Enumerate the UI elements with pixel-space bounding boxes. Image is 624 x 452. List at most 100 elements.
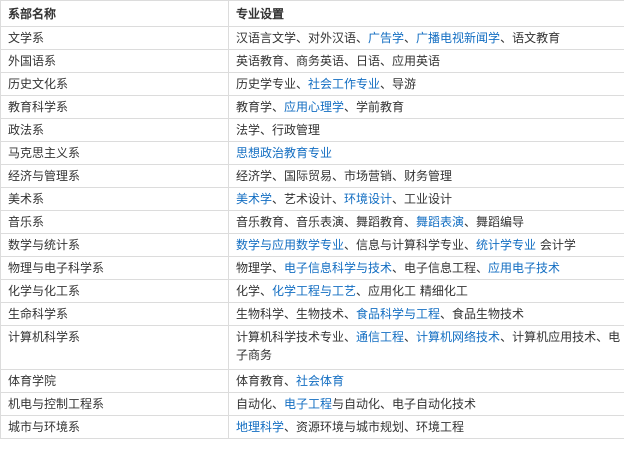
majors-cell: 生物科学、生物技术、食品科学与工程、食品生物技术 [228, 302, 624, 326]
major-text: 会计学 [536, 238, 576, 252]
department-name: 数学与统计系 [0, 233, 229, 257]
major-text: 经济学、国际贸易、市场营销、财务管理 [236, 169, 453, 183]
table-row: 经济与管理系 经济学、国际贸易、市场营销、财务管理 [0, 164, 624, 188]
major-link[interactable]: 食品科学与工程 [356, 307, 440, 321]
table-row: 政法系 法学、行政管理 [0, 118, 624, 142]
department-majors-table: 系部名称 专业设置 文学系 汉语言文学、对外汉语、广告学、广播电视新闻学、语文教育… [0, 0, 624, 439]
table-body: 文学系 汉语言文学、对外汉语、广告学、广播电视新闻学、语文教育 外国语系 英语教育、商… [0, 26, 624, 439]
department-name: 经济与管理系 [0, 164, 229, 188]
major-text: 、艺术设计、 [272, 192, 345, 206]
table-row: 文学系 汉语言文学、对外汉语、广告学、广播电视新闻学、语文教育 [0, 26, 624, 50]
table-row: 美术系 美术学、艺术设计、环境设计、工业设计 [0, 187, 624, 211]
majors-cell: 思想政治教育专业 [228, 141, 624, 165]
majors-cell: 计算机科学技术专业、通信工程、计算机网络技术、计算机应用技术、电子商务 [228, 325, 624, 370]
major-text: 、应用化工 精细化工 [356, 284, 468, 298]
major-link[interactable]: 计算机网络技术 [416, 330, 500, 344]
table-row: 数学与统计系 数学与应用数学专业、信息与计算科学专业、统计学专业 会计学 [0, 233, 624, 257]
major-link[interactable]: 思想政治教育专业 [236, 146, 332, 160]
major-text: 、语文教育 [500, 31, 561, 45]
major-text: 、信息与计算科学专业、 [344, 238, 477, 252]
department-name: 教育科学系 [0, 95, 229, 119]
major-link[interactable]: 环境设计 [344, 192, 392, 206]
major-link[interactable]: 广播电视新闻学 [416, 31, 500, 45]
major-text: 计算机科学技术专业、 [236, 330, 357, 344]
major-text: 自动化、 [236, 397, 285, 411]
majors-cell: 历史学专业、社会工作专业、导游 [228, 72, 624, 96]
majors-cell: 自动化、电子工程与自动化、电子自动化技术 [228, 392, 624, 416]
majors-cell: 音乐教育、音乐表演、舞蹈教育、舞蹈表演、舞蹈编导 [228, 210, 624, 234]
major-link[interactable]: 舞蹈表演 [416, 215, 464, 229]
department-name: 计算机科学系 [0, 325, 229, 370]
department-name: 马克思主义系 [0, 141, 229, 165]
major-link[interactable]: 电子信息科学与技术 [284, 261, 392, 275]
major-text: 、电子信息工程、 [392, 261, 489, 275]
table-row: 计算机科学系 计算机科学技术专业、通信工程、计算机网络技术、计算机应用技术、电子商… [0, 325, 624, 370]
majors-cell: 物理学、电子信息科学与技术、电子信息工程、应用电子技术 [228, 256, 624, 280]
major-text: 历史学专业、 [236, 77, 309, 91]
department-name: 历史文化系 [0, 72, 229, 96]
major-link[interactable]: 美术学 [236, 192, 272, 206]
major-link[interactable]: 化学工程与工艺 [272, 284, 356, 298]
majors-cell: 英语教育、商务英语、日语、应用英语 [228, 49, 624, 73]
department-name: 机电与控制工程系 [0, 392, 229, 416]
major-link[interactable]: 社会体育 [296, 374, 344, 388]
table-row: 体育学院 体育教育、社会体育 [0, 369, 624, 393]
table-header-row: 系部名称 专业设置 [0, 0, 624, 27]
major-text: 、 [404, 330, 417, 344]
major-link[interactable]: 应用心理学 [284, 100, 344, 114]
header-majors: 专业设置 [228, 0, 624, 27]
department-name: 美术系 [0, 187, 229, 211]
major-link[interactable]: 数学与应用数学专业 [236, 238, 344, 252]
table-row: 马克思主义系 思想政治教育专业 [0, 141, 624, 165]
major-link[interactable]: 应用电子技术 [488, 261, 560, 275]
majors-cell: 美术学、艺术设计、环境设计、工业设计 [228, 187, 624, 211]
major-text: 、学前教育 [344, 100, 405, 114]
majors-cell: 经济学、国际贸易、市场营销、财务管理 [228, 164, 624, 188]
table-row: 物理与电子科学系 物理学、电子信息科学与技术、电子信息工程、应用电子技术 [0, 256, 624, 280]
major-text: 音乐教育、音乐表演、舞蹈教育、 [236, 215, 417, 229]
major-text: 英语教育、商务英语、日语、应用英语 [236, 54, 441, 68]
majors-cell: 体育教育、社会体育 [228, 369, 624, 393]
major-text: 物理学、 [236, 261, 285, 275]
department-name: 政法系 [0, 118, 229, 142]
major-text: 、资源环境与城市规划、环境工程 [284, 420, 465, 434]
majors-cell: 汉语言文学、对外汉语、广告学、广播电视新闻学、语文教育 [228, 26, 624, 50]
department-name: 生命科学系 [0, 302, 229, 326]
table-row: 音乐系 音乐教育、音乐表演、舞蹈教育、舞蹈表演、舞蹈编导 [0, 210, 624, 234]
department-name: 外国语系 [0, 49, 229, 73]
department-name: 物理与电子科学系 [0, 256, 229, 280]
table-row: 外国语系 英语教育、商务英语、日语、应用英语 [0, 49, 624, 73]
major-text: 、食品生物技术 [440, 307, 525, 321]
table-row: 化学与化工系 化学、化学工程与工艺、应用化工 精细化工 [0, 279, 624, 303]
table-row: 机电与控制工程系 自动化、电子工程与自动化、电子自动化技术 [0, 392, 624, 416]
major-text: 、舞蹈编导 [464, 215, 525, 229]
department-name: 音乐系 [0, 210, 229, 234]
majors-cell: 数学与应用数学专业、信息与计算科学专业、统计学专业 会计学 [228, 233, 624, 257]
table-row: 历史文化系 历史学专业、社会工作专业、导游 [0, 72, 624, 96]
major-link[interactable]: 地理科学 [236, 420, 284, 434]
major-text: 与自动化、电子自动化技术 [332, 397, 477, 411]
department-name: 体育学院 [0, 369, 229, 393]
major-text: 教育学、 [236, 100, 285, 114]
major-text: 化学、 [236, 284, 273, 298]
majors-cell: 地理科学、资源环境与城市规划、环境工程 [228, 415, 624, 439]
table-row: 城市与环境系 地理科学、资源环境与城市规划、环境工程 [0, 415, 624, 439]
major-text: 汉语言文学、对外汉语、 [236, 31, 369, 45]
major-link[interactable]: 通信工程 [356, 330, 404, 344]
major-link[interactable]: 电子工程 [284, 397, 332, 411]
major-link[interactable]: 广告学 [368, 31, 404, 45]
department-name: 文学系 [0, 26, 229, 50]
major-text: 法学、行政管理 [236, 123, 321, 137]
department-name: 城市与环境系 [0, 415, 229, 439]
table-row: 生命科学系 生物科学、生物技术、食品科学与工程、食品生物技术 [0, 302, 624, 326]
department-name: 化学与化工系 [0, 279, 229, 303]
major-link[interactable]: 社会工作专业 [308, 77, 380, 91]
table-row: 教育科学系 教育学、应用心理学、学前教育 [0, 95, 624, 119]
major-text: 体育教育、 [236, 374, 297, 388]
majors-cell: 法学、行政管理 [228, 118, 624, 142]
majors-cell: 化学、化学工程与工艺、应用化工 精细化工 [228, 279, 624, 303]
major-link[interactable]: 统计学专业 [476, 238, 536, 252]
major-text: 、导游 [380, 77, 417, 91]
majors-cell: 教育学、应用心理学、学前教育 [228, 95, 624, 119]
major-text: 生物科学、生物技术、 [236, 307, 357, 321]
